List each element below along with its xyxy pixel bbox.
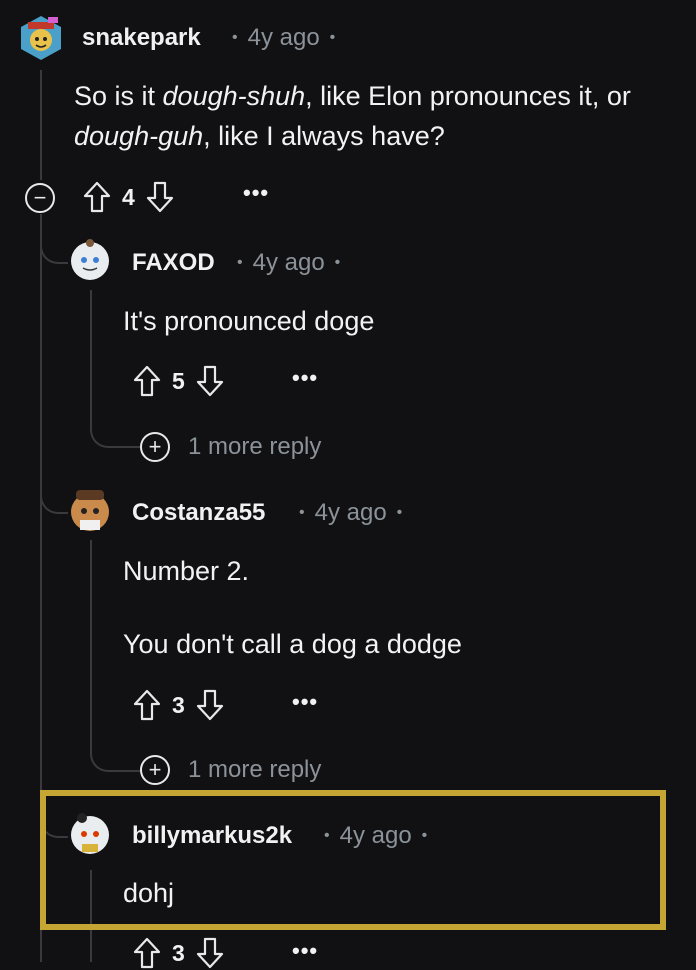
more-options-icon[interactable]: •••: [292, 689, 318, 715]
vote-bar: 4: [82, 180, 175, 214]
more-options-icon[interactable]: •••: [292, 938, 318, 964]
comment-age: 4y ago: [247, 24, 320, 51]
downvote-icon[interactable]: [195, 936, 225, 970]
comment-body: It's pronounced doge: [123, 306, 375, 336]
thread-curve-costanza: [40, 470, 68, 514]
more-replies-label: 1 more reply: [188, 756, 322, 783]
upvote-icon[interactable]: [82, 180, 112, 214]
separator-dot: •: [421, 827, 428, 844]
comment-author[interactable]: billymarkus2k: [132, 822, 292, 850]
more-replies-link[interactable]: + 1 more reply: [140, 432, 321, 462]
vote-bar: 3: [132, 688, 225, 722]
separator-dot: •: [396, 504, 403, 521]
comment-meta: • 4y ago •: [289, 499, 412, 527]
comment-age: 4y ago: [252, 249, 325, 276]
comment-body-line: Number 2.: [123, 556, 250, 586]
comment-author[interactable]: snakepark: [82, 24, 201, 52]
body-italic: dough-guh: [74, 121, 204, 151]
more-replies-label: 1 more reply: [188, 433, 322, 460]
thread-curve-faxod: [40, 214, 68, 264]
comment-age: 4y ago: [339, 822, 412, 849]
avatar[interactable]: [68, 236, 112, 282]
comment-author[interactable]: Costanza55: [132, 499, 265, 527]
comment-author[interactable]: FAXOD: [132, 249, 215, 277]
separator-dot: •: [299, 504, 305, 521]
upvote-icon[interactable]: [132, 364, 162, 398]
comment-meta: • 4y ago •: [222, 24, 345, 52]
body-text: So is it: [74, 81, 163, 111]
expand-replies-icon: +: [140, 432, 170, 462]
vote-count: 4: [122, 183, 135, 210]
avatar[interactable]: [68, 486, 112, 534]
body-italic: dough-shuh: [162, 81, 306, 111]
collapse-icon[interactable]: −: [25, 183, 55, 213]
more-options-icon[interactable]: •••: [292, 365, 318, 391]
comment-body-line: You don't call a dog a dodge: [123, 629, 462, 659]
downvote-icon[interactable]: [145, 180, 175, 214]
vote-count: 3: [172, 939, 185, 966]
upvote-icon[interactable]: [132, 936, 162, 970]
upvote-icon[interactable]: [132, 688, 162, 722]
body-text: , like I always have?: [203, 121, 445, 151]
comment-body: dohj: [123, 878, 175, 908]
comment-age: 4y ago: [314, 499, 387, 526]
body-text: , like Elon pronounces it, or: [305, 81, 631, 111]
more-options-icon[interactable]: •••: [243, 180, 269, 206]
vote-count: 3: [172, 691, 185, 718]
more-replies-link[interactable]: + 1 more reply: [140, 755, 321, 785]
comment-body: So is it dough-shuh, like Elon pronounce…: [74, 76, 631, 156]
vote-count: 5: [172, 367, 185, 394]
downvote-icon[interactable]: [195, 688, 225, 722]
separator-dot: •: [237, 254, 243, 271]
separator-dot: •: [334, 254, 341, 271]
downvote-icon[interactable]: [195, 364, 225, 398]
vote-bar: 3: [132, 936, 225, 970]
vote-bar: 5: [132, 364, 225, 398]
comment-meta: • 4y ago •: [314, 822, 437, 850]
avatar[interactable]: [18, 14, 64, 62]
comment-meta: • 4y ago •: [227, 249, 350, 277]
thread-line-main: [40, 70, 42, 180]
separator-dot: •: [329, 29, 336, 46]
avatar[interactable]: [68, 810, 112, 856]
separator-dot: •: [324, 827, 330, 844]
expand-replies-icon: +: [140, 755, 170, 785]
separator-dot: •: [232, 29, 238, 46]
